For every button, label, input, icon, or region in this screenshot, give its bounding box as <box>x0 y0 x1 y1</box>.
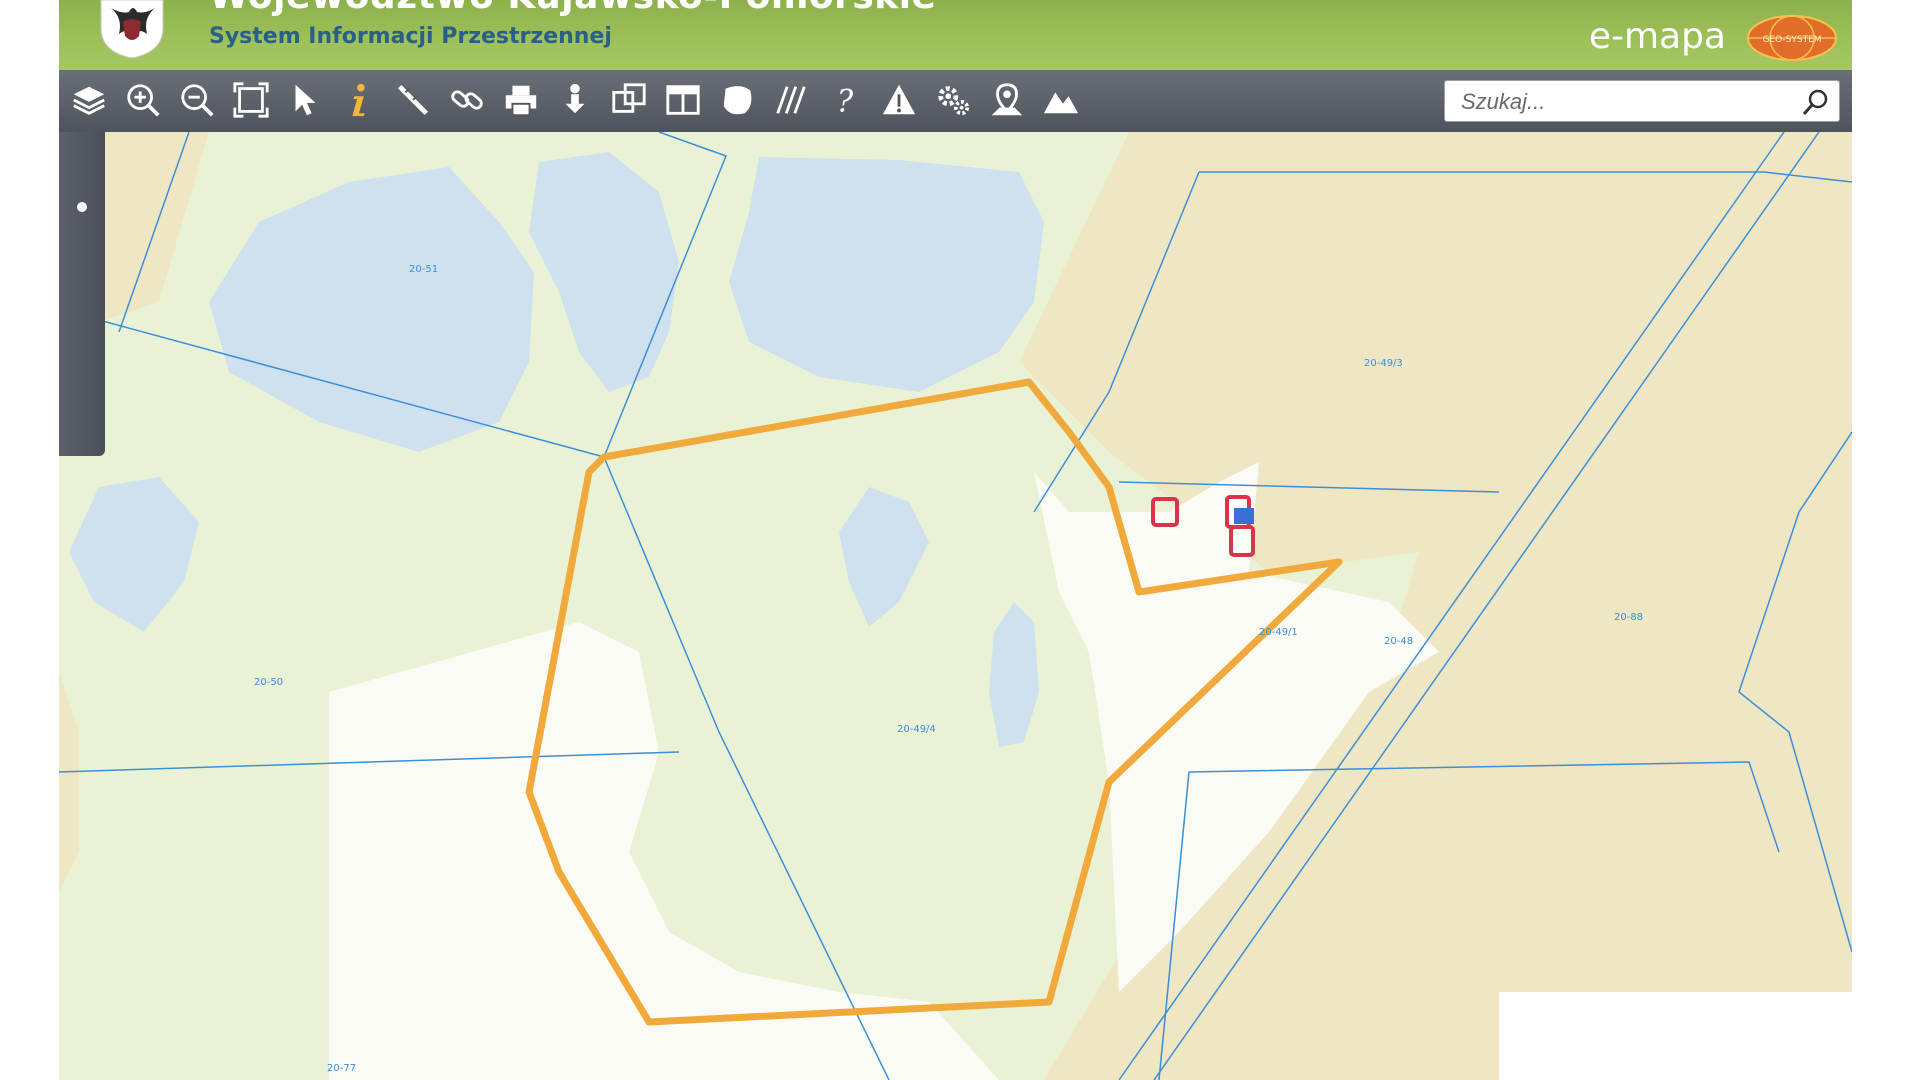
zoom-out-icon <box>181 84 214 117</box>
brand-name: e-mapa <box>1588 16 1726 57</box>
link-icon <box>451 90 483 110</box>
panel-handle[interactable] <box>77 202 87 212</box>
globe-icon: GEO-SYSTEM <box>1747 15 1837 61</box>
select-pointer-icon <box>295 84 316 116</box>
region-title: Województwo Kujawsko-Pomorskie <box>209 0 936 17</box>
zoom-in-icon <box>127 84 160 117</box>
search-box <box>1444 80 1840 122</box>
parcel-label: 20-49/4 <box>897 724 936 735</box>
hatch-button[interactable] <box>769 78 813 122</box>
map-application: Województwo Kujawsko-Pomorskie System In… <box>59 0 1852 1080</box>
brand-badge: GEO-SYSTEM <box>1762 35 1821 45</box>
shape-button[interactable] <box>715 78 759 122</box>
parcel-label: 20-77 <box>327 1063 356 1074</box>
layout-icon <box>666 85 700 115</box>
help-button[interactable]: ? <box>823 78 867 122</box>
overlay-button[interactable] <box>607 78 651 122</box>
parcel-label: 20-50 <box>254 677 283 688</box>
map-toolbar: ? <box>59 70 1852 133</box>
svg-text:?: ? <box>837 84 854 119</box>
print-icon <box>505 85 537 117</box>
warning-icon <box>882 84 916 115</box>
locate-button[interactable] <box>985 78 1029 122</box>
header-bar: Województwo Kujawsko-Pomorskie System In… <box>59 0 1852 70</box>
full-extent-icon <box>233 82 269 118</box>
locate-icon <box>991 83 1023 116</box>
download-icon <box>565 83 585 114</box>
parcel-label: 20-51 <box>409 264 438 275</box>
coat-of-arms-logo <box>100 0 164 58</box>
parcel-label: 20-49/3 <box>1364 358 1403 369</box>
layout-button[interactable] <box>661 78 705 122</box>
download-button[interactable] <box>553 78 597 122</box>
parcel-label: 20-49/1 <box>1259 627 1298 638</box>
settings-icon <box>938 86 970 116</box>
settings-button[interactable] <box>931 78 975 122</box>
brand-logo: e-mapa GEO-SYSTEM <box>1578 14 1838 64</box>
terrain-icon <box>1043 92 1079 114</box>
print-button[interactable] <box>499 78 543 122</box>
zoom-in-button[interactable] <box>121 78 165 122</box>
measure-button[interactable] <box>391 78 435 122</box>
terrain-button[interactable] <box>1039 78 1083 122</box>
layers-button[interactable] <box>67 78 111 122</box>
full-extent-button[interactable] <box>229 78 273 122</box>
map-canvas[interactable]: 20-51 20-49/3 20-50 20-49/4 20-49/1 20-4… <box>59 132 1852 1080</box>
parcel-label: 20-48 <box>1384 636 1413 647</box>
open-land-corner <box>1499 992 1852 1080</box>
info-button[interactable] <box>337 78 381 122</box>
search-icon[interactable] <box>1801 87 1831 117</box>
measure-ruler-icon <box>398 85 428 115</box>
system-subtitle: System Informacji Przestrzennej <box>209 24 612 49</box>
link-button[interactable] <box>445 78 489 122</box>
zoom-out-button[interactable] <box>175 78 219 122</box>
overlay-icon <box>612 83 646 113</box>
shape-icon <box>723 86 752 115</box>
info-icon <box>352 83 365 117</box>
hatch-icon <box>776 86 806 114</box>
help-icon: ? <box>837 84 854 119</box>
parcel-label: 20-88 <box>1614 612 1643 623</box>
layers-icon <box>73 86 105 115</box>
search-input[interactable] <box>1459 87 1793 117</box>
side-panel-toggle[interactable] <box>59 132 105 456</box>
warning-button[interactable] <box>877 78 921 122</box>
select-pointer-button[interactable] <box>283 78 327 122</box>
